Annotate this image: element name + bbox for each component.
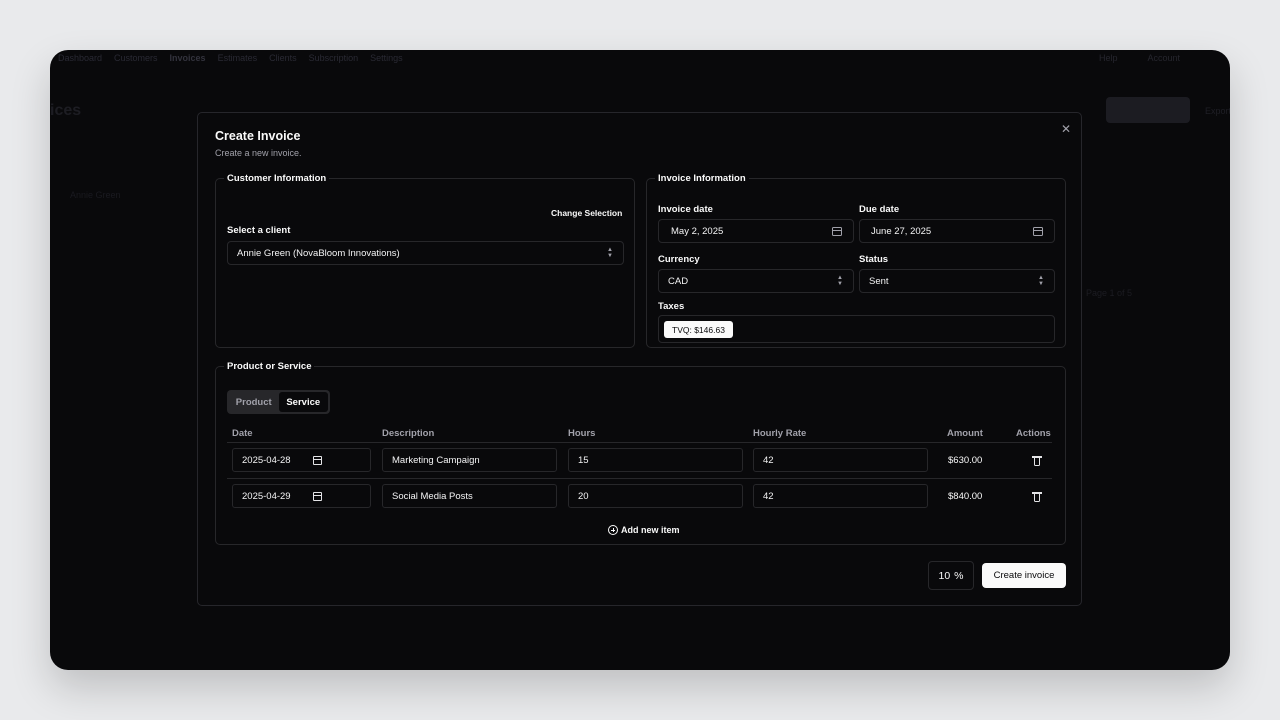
background-nav: Dashboard Customers Invoices Estimates C… bbox=[50, 50, 1230, 66]
row-description-value: Marketing Campaign bbox=[392, 454, 480, 466]
plus-circle-icon bbox=[608, 525, 618, 535]
tax-badge[interactable]: TVQ: $146.63 bbox=[664, 321, 733, 338]
row-date-value: 2025-04-29 bbox=[242, 490, 291, 502]
row-date-value: 2025-04-28 bbox=[242, 454, 291, 466]
bg-nav-item: Estimates bbox=[217, 53, 258, 63]
add-new-item-label: Add new item bbox=[621, 525, 680, 535]
client-select[interactable]: Annie Green (NovaBloom Innovations) ▲ ▼ bbox=[227, 241, 624, 265]
background-create-button bbox=[1106, 97, 1190, 123]
change-selection-button[interactable]: Change Selection bbox=[551, 208, 622, 218]
chevron-up-down-icon: ▲ ▼ bbox=[607, 247, 613, 259]
column-header-description: Description bbox=[382, 428, 435, 439]
column-header-amount: Amount bbox=[947, 428, 983, 439]
trash-icon[interactable] bbox=[1032, 455, 1042, 466]
column-header-date: Date bbox=[232, 428, 253, 439]
column-header-actions: Actions bbox=[1016, 428, 1051, 439]
background-page-title: ices bbox=[50, 102, 82, 119]
percent-icon: % bbox=[954, 569, 964, 582]
section-legend: Invoice Information bbox=[658, 173, 746, 184]
calendar-icon[interactable] bbox=[313, 456, 322, 465]
status-label: Status bbox=[859, 254, 889, 265]
row-hours-value: 20 bbox=[578, 490, 589, 502]
product-service-toggle: Product Service bbox=[227, 390, 330, 414]
due-date-label: Due date bbox=[859, 204, 900, 215]
table-divider bbox=[227, 478, 1052, 479]
client-select-value: Annie Green (NovaBloom Innovations) bbox=[237, 247, 400, 259]
customer-information-section: Customer Information Change Selection Se… bbox=[215, 173, 635, 348]
column-header-hours: Hours bbox=[568, 428, 596, 439]
background-nav-right: Help Account bbox=[1099, 53, 1180, 63]
dialog-subtitle: Create a new invoice. bbox=[215, 148, 302, 158]
row-description-value: Social Media Posts bbox=[392, 490, 473, 502]
toggle-product[interactable]: Product bbox=[229, 392, 279, 412]
discount-input[interactable]: 10 % bbox=[928, 561, 974, 590]
invoice-date-label: Invoice date bbox=[658, 204, 713, 215]
background-row: Annie Green bbox=[70, 190, 121, 200]
dialog-title: Create Invoice bbox=[215, 129, 301, 143]
section-legend: Product or Service bbox=[227, 361, 312, 372]
section-legend: Customer Information bbox=[227, 173, 327, 184]
trash-icon[interactable] bbox=[1032, 491, 1042, 502]
row-hours-value: 15 bbox=[578, 454, 589, 466]
product-service-section: Product or Service Product Service Date … bbox=[215, 361, 1066, 545]
row-rate-input[interactable]: 42 bbox=[753, 448, 928, 472]
status-value: Sent bbox=[869, 275, 889, 287]
invoice-date-picker[interactable]: May 2, 2025 bbox=[658, 219, 854, 243]
add-new-item-button[interactable]: Add new item bbox=[608, 525, 680, 535]
currency-value: CAD bbox=[668, 275, 689, 287]
calendar-icon bbox=[832, 227, 842, 236]
taxes-label: Taxes bbox=[658, 301, 685, 312]
client-label: Select a client bbox=[227, 225, 291, 236]
row-description-input[interactable]: Social Media Posts bbox=[382, 484, 557, 508]
column-header-hourly-rate: Hourly Rate bbox=[753, 428, 807, 439]
table-divider bbox=[227, 442, 1052, 443]
background-side-text: Export bbox=[1205, 106, 1230, 116]
invoice-information-section: Invoice Information Invoice date May 2, … bbox=[646, 173, 1066, 348]
toggle-service[interactable]: Service bbox=[278, 392, 328, 412]
currency-select[interactable]: CAD ▲ ▼ bbox=[658, 269, 854, 293]
bg-nav-item: Clients bbox=[269, 53, 297, 63]
status-select[interactable]: Sent ▲ ▼ bbox=[859, 269, 1055, 293]
currency-label: Currency bbox=[658, 254, 700, 265]
background-pager: Page 1 of 5 bbox=[1086, 288, 1133, 298]
row-date-input[interactable]: 2025-04-29 bbox=[232, 484, 371, 508]
row-hours-input[interactable]: 20 bbox=[568, 484, 743, 508]
create-invoice-button[interactable]: Create invoice bbox=[982, 563, 1066, 588]
chevron-up-down-icon: ▲ ▼ bbox=[837, 275, 843, 287]
bg-nav-item: Settings bbox=[370, 53, 403, 63]
row-description-input[interactable]: Marketing Campaign bbox=[382, 448, 557, 472]
row-hours-input[interactable]: 15 bbox=[568, 448, 743, 472]
calendar-icon bbox=[1033, 227, 1043, 236]
taxes-field[interactable]: TVQ: $146.63 bbox=[658, 315, 1055, 343]
bg-nav-item: Subscription bbox=[308, 53, 359, 63]
invoice-date-value: May 2, 2025 bbox=[671, 225, 724, 237]
app-window: Dashboard Customers Invoices Estimates C… bbox=[50, 50, 1230, 670]
bg-nav-right-item: Account bbox=[1147, 53, 1180, 63]
discount-value: 10 bbox=[938, 569, 951, 582]
row-amount: $840.00 bbox=[948, 491, 983, 502]
row-rate-value: 42 bbox=[763, 490, 774, 502]
row-date-input[interactable]: 2025-04-28 bbox=[232, 448, 371, 472]
bg-nav-item: Customers bbox=[114, 53, 158, 63]
row-rate-input[interactable]: 42 bbox=[753, 484, 928, 508]
calendar-icon[interactable] bbox=[313, 492, 322, 501]
row-amount: $630.00 bbox=[948, 455, 983, 466]
bg-nav-right-item: Help bbox=[1098, 53, 1118, 63]
bg-nav-item: Invoices bbox=[169, 53, 206, 63]
due-date-picker[interactable]: June 27, 2025 bbox=[859, 219, 1055, 243]
close-icon[interactable]: ✕ bbox=[1061, 122, 1071, 136]
due-date-value: June 27, 2025 bbox=[871, 225, 932, 237]
create-invoice-dialog: ✕ Create Invoice Create a new invoice. C… bbox=[197, 112, 1082, 606]
row-rate-value: 42 bbox=[763, 454, 774, 466]
bg-nav-item: Dashboard bbox=[58, 53, 103, 63]
chevron-up-down-icon: ▲ ▼ bbox=[1038, 275, 1044, 287]
